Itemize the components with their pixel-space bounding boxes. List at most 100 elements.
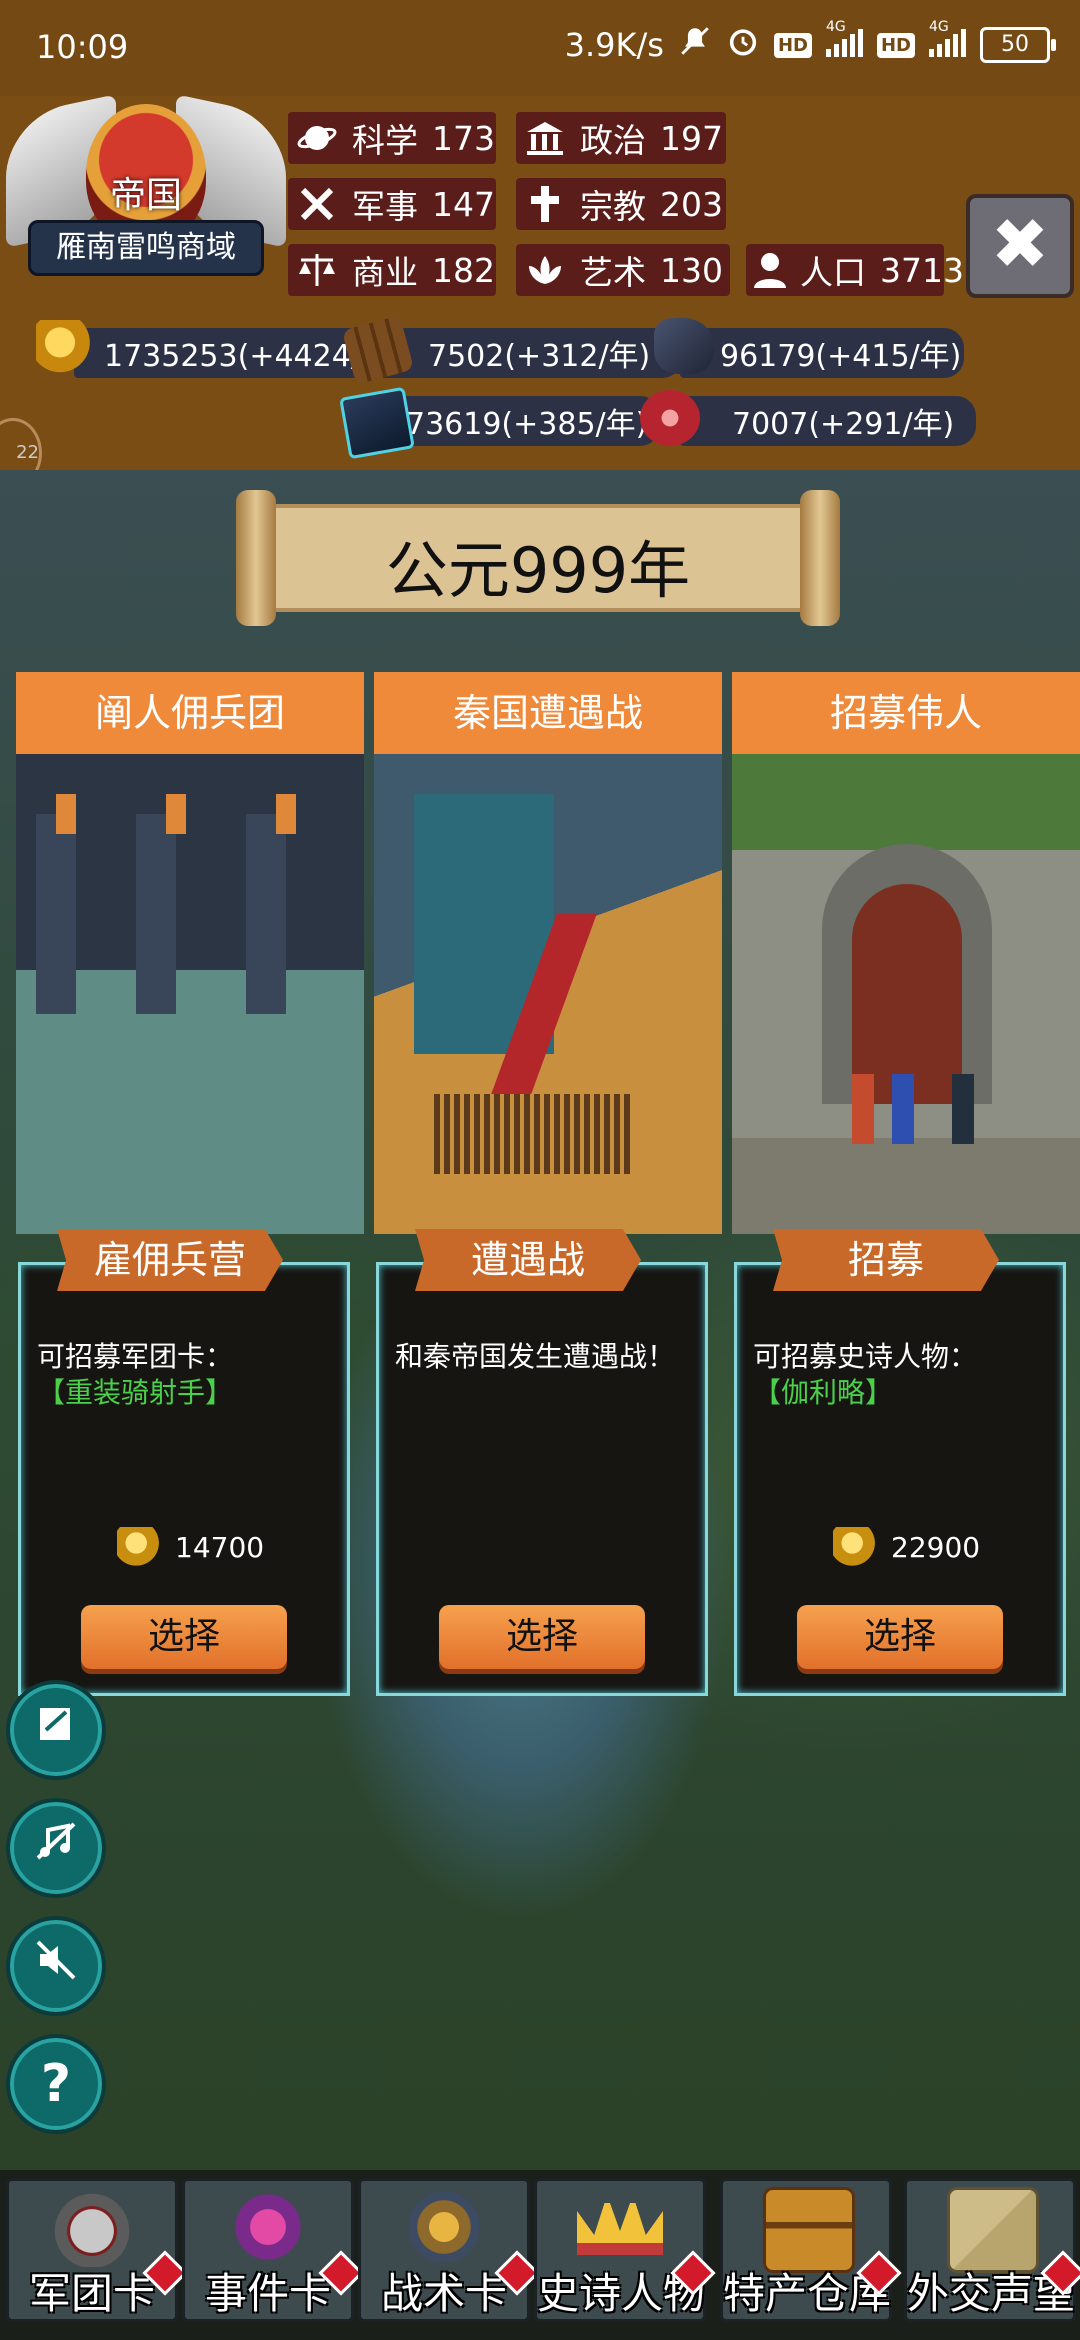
stat-value: 147: [432, 184, 495, 224]
resource-stone-value: 96179(+415/年): [720, 339, 962, 374]
stat-politics[interactable]: 政治 197: [516, 112, 726, 164]
battery-level: 50: [1001, 32, 1029, 57]
window-glow: [276, 794, 296, 834]
stat-art[interactable]: 艺术 130: [516, 244, 730, 296]
card-title: 阐人佣兵团: [16, 672, 364, 790]
hd-badge: HD: [773, 32, 812, 58]
shield-emblem-icon: [401, 2187, 487, 2267]
resource-meat: 7007(+291/年): [680, 396, 976, 446]
clock: 10:09: [36, 28, 129, 66]
stat-label: 艺术: [580, 253, 646, 292]
scroll-icon: [225, 2187, 311, 2267]
hd-badge-2: HD: [876, 32, 915, 58]
resource-meat-value: 7007(+291/年): [732, 407, 955, 442]
select-button[interactable]: 选择: [81, 1605, 287, 1669]
nav-epic-heroes[interactable]: 史诗人物: [534, 2178, 716, 2322]
stat-value: 203: [660, 184, 723, 224]
card-art-castle-gate: [732, 754, 1080, 1234]
arch-pillar: [246, 814, 286, 1014]
planet-icon: [292, 115, 342, 161]
nav-legion-cards[interactable]: 军团卡: [6, 2178, 188, 2322]
stone-icon: [654, 318, 714, 374]
card-type-tab: 遭遇战: [415, 1229, 641, 1291]
stat-commerce[interactable]: 商业 182: [288, 244, 496, 296]
card-art-battlefield: [374, 754, 722, 1234]
resource-iron: 73619(+385/年): [370, 396, 660, 446]
arch-pillar: [136, 814, 176, 1014]
network-type-2: 4G: [929, 19, 949, 35]
card-title: 招募伟人: [732, 672, 1080, 790]
nav-tactic-cards[interactable]: 战术卡: [358, 2178, 540, 2322]
crown-icon: [577, 2195, 663, 2259]
temple-icon: [520, 115, 570, 161]
status-bar: 10:09 3.9K/s HD 4G HD 4G 50: [0, 0, 1080, 96]
desc-text: 和秦帝国发生遭遇战！: [395, 1340, 676, 1373]
stat-label: 宗教: [580, 187, 646, 226]
card-cost: 22900: [833, 1527, 980, 1567]
gold-coin-icon: [117, 1527, 165, 1567]
help-button[interactable]: ?: [6, 2034, 106, 2134]
desc-text: 可招募军团卡：: [37, 1340, 234, 1373]
close-button[interactable]: ✖: [966, 194, 1074, 298]
battery-icon: 50: [980, 27, 1056, 63]
stat-label: 政治: [580, 121, 646, 160]
card-title: 秦国遭遇战: [374, 672, 722, 790]
crossed-swords-icon: [292, 181, 342, 227]
select-button[interactable]: 选择: [439, 1605, 645, 1669]
nav-event-cards[interactable]: 事件卡: [182, 2178, 364, 2322]
sound-off-icon: [32, 1936, 80, 1997]
cross-icon: [520, 181, 570, 227]
scales-icon: [292, 247, 342, 293]
stat-label: 商业: [352, 253, 418, 292]
event-card-1[interactable]: 阐人佣兵团: [16, 672, 364, 1234]
nav-diplomacy[interactable]: 外交声望: [904, 2178, 1080, 2322]
resource-stone: 96179(+415/年): [680, 328, 964, 378]
nav-specialty-warehouse[interactable]: 特产仓库: [720, 2178, 902, 2322]
card-art-mercenary-hall: [16, 754, 364, 1234]
book-icon: [32, 1700, 80, 1761]
window-glow: [166, 794, 186, 834]
event-card-3[interactable]: 招募伟人: [732, 672, 1080, 1234]
hero-figure: [952, 1074, 974, 1144]
bottom-nav: 军团卡 事件卡 战术卡 史诗人物 特产仓库 外交声望: [0, 2170, 1080, 2340]
stat-military[interactable]: 军事 147: [288, 178, 496, 230]
sound-toggle-button[interactable]: [6, 1916, 106, 2016]
stat-religion[interactable]: 宗教 203: [516, 178, 726, 230]
window-glow: [56, 794, 76, 834]
meat-icon: [640, 390, 700, 446]
year-banner: 公元999年: [236, 490, 840, 626]
stat-population[interactable]: 人口 3713: [746, 244, 964, 296]
signal-4g-2: 4G: [929, 19, 966, 61]
card-type-tab: 雇佣兵营: [57, 1229, 283, 1291]
music-off-icon: [32, 1818, 80, 1879]
gold-coin-icon: [833, 1527, 881, 1567]
card-detail-3: 招募 可招募史诗人物： 【伽利略】 22900 选择: [734, 1229, 1066, 1696]
select-button[interactable]: 选择: [797, 1605, 1003, 1669]
card-type-tab: 招募: [773, 1229, 999, 1291]
hero-figure: [852, 1074, 874, 1144]
card-cost: 14700: [117, 1527, 264, 1567]
stat-label: 科学: [352, 121, 418, 160]
realm-name: 雁南雷鸣商域: [28, 220, 264, 276]
empire-emblem[interactable]: 帝国 雁南雷鸣商域: [6, 94, 286, 296]
lotus-icon: [520, 247, 570, 293]
army-formation: [434, 1094, 634, 1174]
helmet-icon: [49, 2187, 135, 2267]
event-card-2[interactable]: 秦国遭遇战: [374, 672, 722, 1234]
iron-icon: [339, 386, 415, 460]
journal-button[interactable]: [6, 1680, 106, 1780]
stat-value: 197: [660, 118, 723, 158]
music-toggle-button[interactable]: [6, 1798, 106, 1898]
desc-highlight: 【伽利略】: [753, 1376, 894, 1409]
card-detail-1: 雇佣兵营 可招募军团卡： 【重装骑射手】 14700 选择: [18, 1229, 350, 1696]
wooden-door: [852, 884, 962, 1104]
network-type: 4G: [825, 19, 846, 35]
resource-gold: 1735253(+4424/年: [74, 328, 391, 378]
cost-value: 14700: [175, 1530, 265, 1564]
resource-wood-value: 7502(+312/年): [428, 339, 651, 374]
alarm-icon: [726, 24, 760, 66]
stat-value: 130: [660, 250, 723, 290]
stat-value: 182: [432, 250, 495, 290]
stat-science[interactable]: 科学 173: [288, 112, 496, 164]
cost-value: 22900: [891, 1530, 981, 1564]
